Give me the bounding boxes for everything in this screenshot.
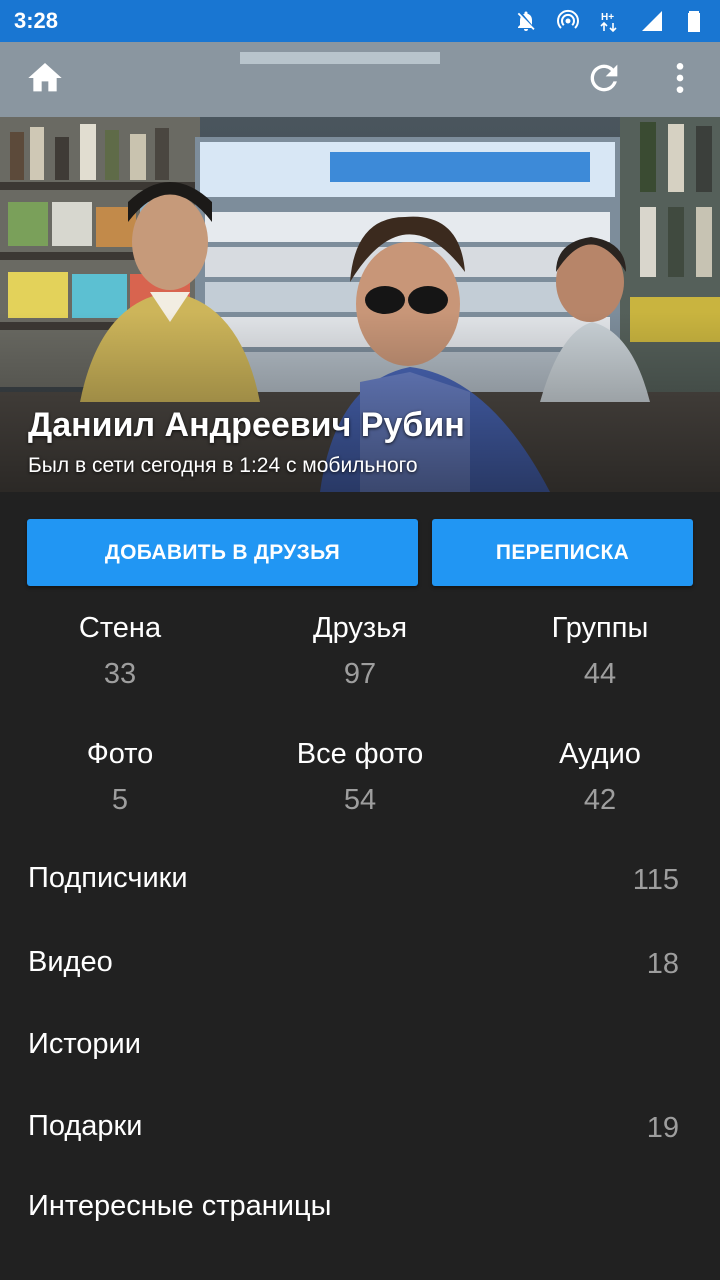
stat-count: 33 xyxy=(103,658,137,690)
more-button[interactable] xyxy=(656,56,704,104)
stat-count: 97 xyxy=(343,658,377,690)
stat-photos[interactable]: Фото 5 xyxy=(0,736,240,818)
list-item-label: Истории xyxy=(28,1028,141,1060)
notifications-off-icon xyxy=(514,9,538,33)
list-item-count: 18 xyxy=(646,948,679,980)
list-item-count: 19 xyxy=(646,1112,679,1144)
stat-all-photos[interactable]: Все фото 54 xyxy=(240,736,480,818)
more-vert-icon xyxy=(660,58,700,103)
list-item-videos[interactable]: Видео 18 xyxy=(0,936,720,996)
home-button[interactable] xyxy=(21,56,69,104)
stat-label: Друзья xyxy=(312,612,408,644)
battery-icon xyxy=(682,9,706,33)
status-icons: H+ xyxy=(514,6,706,36)
status-bar: 3:28 H+ xyxy=(0,0,720,42)
list-item-label: Интересные страницы xyxy=(28,1190,332,1222)
list-item-interesting-pages[interactable]: Интересные страницы xyxy=(0,1180,720,1240)
list-item-followers[interactable]: Подписчики 115 xyxy=(0,852,720,912)
stat-label: Группы xyxy=(551,612,649,644)
stat-count: 44 xyxy=(583,658,617,690)
list-item-gifts[interactable]: Подарки 19 xyxy=(0,1100,720,1160)
online-status: Был в сети сегодня в 1:24 с мобильного xyxy=(28,454,418,477)
stat-friends[interactable]: Друзья 97 xyxy=(240,610,480,692)
signal-icon xyxy=(640,9,664,33)
list-item-label: Видео xyxy=(28,946,113,978)
home-icon xyxy=(25,58,65,103)
list-item-count: 115 xyxy=(632,864,679,896)
list-item-label: Подписчики xyxy=(28,862,188,894)
stat-count: 5 xyxy=(111,784,129,816)
list-item-label: Подарки xyxy=(28,1110,143,1142)
stat-wall[interactable]: Стена 33 xyxy=(0,610,240,692)
network-hplus-icon: H+ xyxy=(598,9,622,33)
stat-label: Аудио xyxy=(559,738,641,770)
stat-groups[interactable]: Группы 44 xyxy=(480,610,720,692)
svg-text:H+: H+ xyxy=(601,12,614,23)
refresh-icon xyxy=(584,58,624,103)
messages-button[interactable]: ПЕРЕПИСКА xyxy=(432,519,693,586)
stat-label: Все фото xyxy=(296,738,424,770)
profile-header: Даниил Андреевич Рубин Был в сети сегодн… xyxy=(0,42,720,492)
list-item-stories[interactable]: Истории xyxy=(0,1018,720,1078)
stat-count: 42 xyxy=(583,784,617,816)
hotspot-icon xyxy=(556,9,580,33)
stat-label: Стена xyxy=(78,612,162,644)
refresh-button[interactable] xyxy=(580,56,628,104)
stat-label: Фото xyxy=(86,738,154,770)
add-friend-button[interactable]: ДОБАВИТЬ В ДРУЗЬЯ xyxy=(27,519,418,586)
status-time: 3:28 xyxy=(14,8,59,33)
profile-name: Даниил Андреевич Рубин xyxy=(28,406,465,444)
stat-count: 54 xyxy=(343,784,377,816)
stat-audio[interactable]: Аудио 42 xyxy=(480,736,720,818)
